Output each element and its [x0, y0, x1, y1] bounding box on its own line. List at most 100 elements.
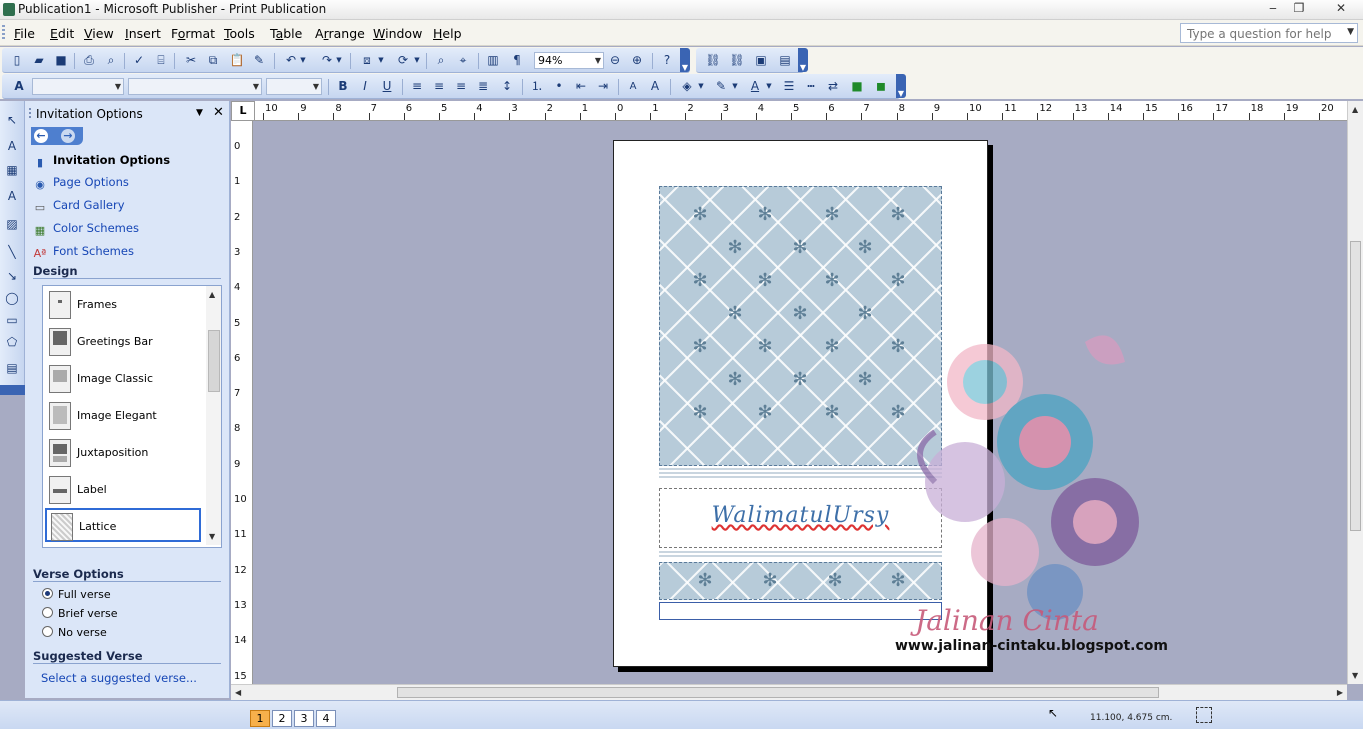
- picture-frame-icon[interactable]: ▨: [3, 215, 21, 233]
- chevron-down-icon[interactable]: ▼: [253, 79, 259, 94]
- radio-unselected[interactable]: [42, 626, 53, 637]
- design-list[interactable]: Frames Greetings Bar Image Classic Image…: [42, 285, 222, 548]
- menu-tools[interactable]: Tools: [224, 26, 255, 41]
- chevron-down-icon[interactable]: ▼: [730, 78, 740, 95]
- menu-edit[interactable]: Edit: [50, 26, 74, 41]
- fill-color-icon[interactable]: ◈: [678, 78, 696, 95]
- line-icon[interactable]: ╲: [3, 243, 21, 261]
- find-icon[interactable]: ⌖: [454, 52, 472, 69]
- text-box-icon[interactable]: A: [3, 137, 21, 155]
- bold-icon[interactable]: B: [334, 78, 352, 95]
- scroll-right-icon[interactable]: ▶: [1337, 688, 1343, 697]
- columns-icon[interactable]: ▥: [484, 52, 502, 69]
- link-font-schemes[interactable]: Aª Font Schemes: [33, 244, 134, 260]
- new-document-icon[interactable]: ▯: [8, 52, 26, 69]
- insert-table-icon[interactable]: ▦: [3, 161, 21, 179]
- menu-format[interactable]: Format: [171, 26, 215, 41]
- link-page-options[interactable]: ◉ Page Options: [33, 175, 129, 191]
- align-center-icon[interactable]: ≡: [430, 78, 448, 95]
- arrow-icon[interactable]: ↘: [3, 267, 21, 285]
- chevron-down-icon[interactable]: ▼: [1347, 27, 1354, 37]
- line-color-icon[interactable]: ✎: [712, 78, 730, 95]
- research-icon[interactable]: ⌸: [152, 52, 170, 69]
- save-disk-icon[interactable]: ■: [52, 52, 70, 69]
- scroll-left-icon[interactable]: ◀: [235, 688, 241, 697]
- chevron-down-icon[interactable]: ▼: [313, 79, 319, 94]
- radio-brief-verse[interactable]: Brief verse: [42, 607, 118, 620]
- minimize-button[interactable]: ‒: [1261, 1, 1285, 17]
- bring-to-front-icon[interactable]: ⧈: [358, 52, 376, 69]
- hyperlink-icon[interactable]: ⛓: [704, 52, 722, 69]
- paste-icon[interactable]: 📋: [228, 52, 246, 69]
- chevron-down-icon[interactable]: ▼: [696, 78, 706, 95]
- unlink-icon[interactable]: ⛓: [728, 52, 746, 69]
- link-color-schemes[interactable]: ▦ Color Schemes: [33, 221, 139, 237]
- 3d-style-icon[interactable]: ◼: [872, 78, 890, 95]
- radio-full-verse[interactable]: Full verse: [42, 588, 111, 601]
- toolbar-options-icon[interactable]: [0, 385, 25, 395]
- menu-arrange[interactable]: Arrange: [315, 26, 365, 41]
- menu-grip[interactable]: [2, 25, 5, 41]
- horizontal-ruler[interactable]: 10 9 8 7 6 5 4 3 2 1 0 1 2 3 4 5 6 7 8 9 10 11 12 13 14 15 16 17 18 1…: [255, 101, 1347, 121]
- zoom-in-icon[interactable]: ⊕: [628, 52, 646, 69]
- design-item-image-elegant[interactable]: Image Elegant: [45, 399, 201, 433]
- zoom-tool-icon[interactable]: ⌕: [432, 52, 450, 69]
- chevron-down-icon[interactable]: ▼: [334, 52, 344, 69]
- font-combo[interactable]: ▼: [128, 78, 262, 95]
- document-canvas[interactable]: ✻ ✻ ✻ ✻ ✻ ✻ ✻ ✻ ✻ ✻ ✻ ✻ ✻ ✻ ✻ ✻ ✻ ✻ ✻ ✻ ✻ ✻ ✻ ✻ ✻ WalimatulUrsy …: [255, 122, 1347, 684]
- copy-icon[interactable]: ⧉: [204, 52, 222, 69]
- publisher-app-icon[interactable]: [3, 3, 15, 16]
- design-gallery-icon[interactable]: ▤: [3, 359, 21, 377]
- chevron-down-icon[interactable]: ▼: [595, 53, 601, 68]
- chevron-down-icon[interactable]: ▼: [115, 79, 121, 94]
- rectangle-icon[interactable]: ▭: [3, 311, 21, 329]
- design-item-juxtaposition[interactable]: Juxtaposition: [45, 436, 201, 470]
- menu-view[interactable]: View: [84, 26, 114, 41]
- vertical-scrollbar[interactable]: ▲ ▼: [1347, 101, 1363, 684]
- vertical-ruler[interactable]: 0 1 2 3 4 5 6 7 8 9 10 11 12 13 14 15: [231, 121, 253, 684]
- zoom-out-icon[interactable]: ⊖: [606, 52, 624, 69]
- scroll-down-icon[interactable]: ▼: [209, 532, 215, 541]
- scrollbar-thumb[interactable]: [1350, 241, 1361, 531]
- design-item-label[interactable]: Label: [45, 473, 201, 507]
- design-item-image-classic[interactable]: Image Classic: [45, 362, 201, 396]
- scrollbar-thumb[interactable]: [397, 687, 1159, 698]
- web-preview-icon[interactable]: ▣: [752, 52, 770, 69]
- page-tab-4[interactable]: 4: [316, 710, 336, 727]
- decrease-font-icon[interactable]: A: [624, 78, 642, 95]
- web-page-icon[interactable]: ▤: [776, 52, 794, 69]
- menu-help[interactable]: Help: [433, 26, 462, 41]
- menu-insert[interactable]: Insert: [125, 26, 161, 41]
- design-item-greetings-bar[interactable]: Greetings Bar: [45, 325, 201, 359]
- font-size-combo[interactable]: ▼: [266, 78, 322, 95]
- numbering-icon[interactable]: ⒈: [528, 78, 546, 95]
- menu-table[interactable]: Table: [270, 26, 302, 41]
- scroll-down-icon[interactable]: ▼: [1352, 671, 1358, 680]
- toolbar-options-icon[interactable]: ▼: [896, 74, 906, 98]
- scrollbar-thumb[interactable]: [208, 330, 220, 392]
- design-list-scrollbar[interactable]: ▲ ▼: [206, 286, 221, 545]
- autoshapes-icon[interactable]: ⬠: [3, 333, 21, 351]
- select-arrow-icon[interactable]: ↖: [3, 111, 21, 129]
- chevron-down-icon[interactable]: ▼: [764, 78, 774, 95]
- help-search-input[interactable]: [1185, 25, 1339, 43]
- page-tab-3[interactable]: 3: [294, 710, 314, 727]
- oval-icon[interactable]: ◯: [3, 289, 21, 307]
- ruler-corner[interactable]: L: [231, 101, 255, 121]
- pilcrow-icon[interactable]: ¶: [508, 52, 526, 69]
- task-pane-grip[interactable]: [29, 108, 31, 120]
- help-icon[interactable]: ?: [658, 52, 676, 69]
- link-card-gallery[interactable]: ▭ Card Gallery: [33, 198, 125, 214]
- radio-no-verse[interactable]: No verse: [42, 626, 107, 639]
- design-item-frames[interactable]: Frames: [45, 288, 201, 322]
- shadow-style-icon[interactable]: ■: [848, 78, 866, 95]
- align-right-icon[interactable]: ≡: [452, 78, 470, 95]
- zoom-combo[interactable]: 94% ▼: [534, 52, 604, 69]
- styles-icon[interactable]: A: [10, 78, 28, 95]
- arrow-style-icon[interactable]: ⇄: [824, 78, 842, 95]
- close-window-button[interactable]: ✕: [1323, 1, 1359, 17]
- print-preview-icon[interactable]: ⌕: [102, 52, 120, 69]
- chevron-down-icon[interactable]: ▼: [298, 52, 308, 69]
- help-search-box[interactable]: ▼: [1180, 23, 1358, 43]
- page-tab-1[interactable]: 1: [250, 710, 270, 727]
